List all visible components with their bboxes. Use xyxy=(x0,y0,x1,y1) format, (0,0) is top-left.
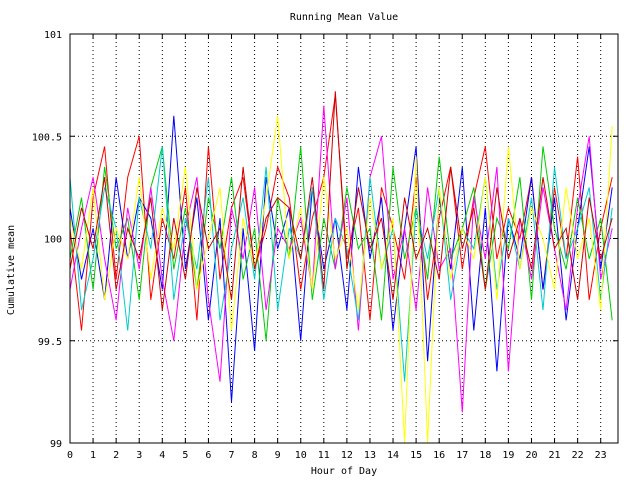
series-line-4 xyxy=(70,105,613,413)
x-tick-label: 16 xyxy=(433,450,445,461)
y-tick-label: 99 xyxy=(50,439,62,450)
x-tick-label: 15 xyxy=(410,450,422,461)
x-tick-label: 19 xyxy=(502,450,514,461)
x-tick-label: 0 xyxy=(67,450,73,461)
line-chart: Running Mean Value 99 99.5 100 100.5 101 0 1 2 3… xyxy=(0,0,640,480)
x-axis-label: Hour of Day xyxy=(311,466,377,477)
x-tick-label: 3 xyxy=(136,450,142,461)
x-tick-label: 2 xyxy=(113,450,119,461)
x-tick-label: 1 xyxy=(90,450,96,461)
x-tick-label: 4 xyxy=(159,450,165,461)
chart-canvas: Running Mean Value 9999.5100100.51010 1 2 3… xyxy=(6,12,619,477)
x-tick-label: 23 xyxy=(595,450,607,461)
y-tick-label: 101 xyxy=(44,30,62,41)
series-line-2 xyxy=(70,115,613,403)
x-tick-label: 7 xyxy=(229,450,235,461)
x-tick-label: 17 xyxy=(456,450,468,461)
y-tick-label: 100.5 xyxy=(32,132,62,143)
y-axis-label: Cumulative mean xyxy=(6,225,17,315)
x-tick-label: 20 xyxy=(525,450,537,461)
x-tick-label: 9 xyxy=(275,450,281,461)
x-tick-label: 21 xyxy=(549,450,561,461)
y-tick-label: 100 xyxy=(44,235,62,246)
x-tick-label: 13 xyxy=(364,450,376,461)
chart-title: Running Mean Value xyxy=(290,12,398,23)
x-tick-label: 14 xyxy=(387,450,399,461)
x-tick-label: 22 xyxy=(572,450,584,461)
x-tick-label: 12 xyxy=(341,450,353,461)
x-tick-label: 5 xyxy=(182,450,188,461)
x-tick-label: 18 xyxy=(479,450,491,461)
x-tick-label: 11 xyxy=(318,450,330,461)
series-layer xyxy=(70,91,613,443)
series-line-6 xyxy=(70,115,613,443)
y-tick-label: 99.5 xyxy=(38,337,62,348)
x-tick-label: 6 xyxy=(205,450,211,461)
x-tick-label: 10 xyxy=(295,450,307,461)
x-tick-label: 8 xyxy=(252,450,258,461)
